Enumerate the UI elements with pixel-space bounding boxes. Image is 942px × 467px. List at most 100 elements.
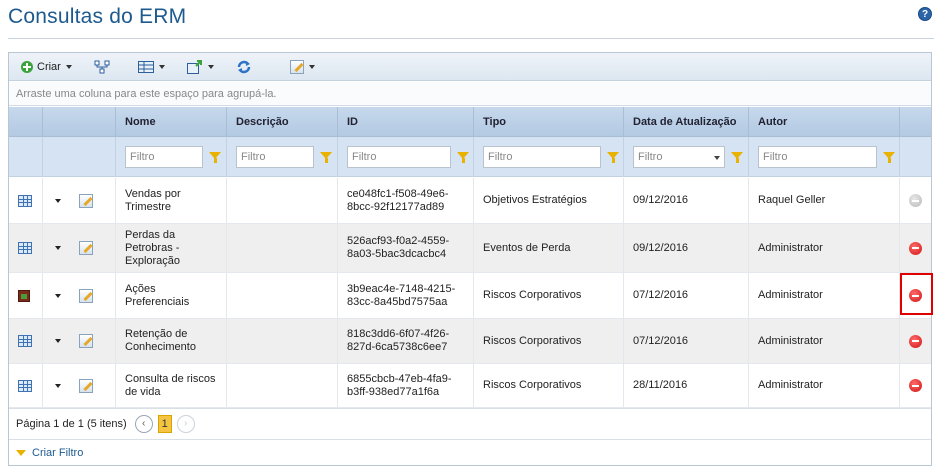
cell-data-atualizacao-text: 07/12/2016 xyxy=(633,334,689,347)
chevron-down-icon xyxy=(158,64,165,69)
edit-layout-button[interactable] xyxy=(286,56,319,78)
cell-autor: Administrator xyxy=(748,364,899,407)
create-button[interactable]: Criar xyxy=(17,56,76,78)
table-row[interactable]: Retenção de Conhecimento 818c3dd6-6f07-4f… xyxy=(9,319,931,364)
edit-icon[interactable] xyxy=(79,288,93,303)
group-by-panel[interactable]: Arraste uma coluna para este espaço para… xyxy=(9,82,931,106)
cell-actions xyxy=(42,224,115,272)
cell-tipo-text: Riscos Corporativos xyxy=(483,289,582,301)
chevron-down-icon[interactable] xyxy=(714,156,720,160)
pager-page-1[interactable]: 1 xyxy=(157,414,172,433)
column-header-descricao[interactable]: Descrição xyxy=(226,107,337,137)
table-row[interactable]: Ações Preferenciais 3b9eac4e-7148-4215-83… xyxy=(9,273,931,319)
delete-icon[interactable] xyxy=(909,241,922,255)
table-row[interactable]: Perdas da Petrobras - Exploração 526acf93… xyxy=(9,224,931,273)
delete-icon[interactable] xyxy=(909,194,922,207)
column-header-delete xyxy=(899,107,931,137)
cell-autor: Administrator xyxy=(748,319,899,363)
table-row[interactable]: Consulta de riscos de vida 6855cbcb-47eb-… xyxy=(9,364,931,408)
cell-tipo-text: Riscos Corporativos xyxy=(483,379,582,391)
table-row[interactable]: Vendas por Trimestre ce048fc1-f508-49e6-8… xyxy=(9,178,931,224)
filter-cell-empty xyxy=(42,137,115,177)
columns-button[interactable] xyxy=(134,56,169,78)
cell-nome: Perdas da Petrobras - Exploração xyxy=(115,224,226,272)
column-header-row: Nome Descrição ID Tipo Data de Atualizaç… xyxy=(9,107,931,137)
delete-icon[interactable] xyxy=(909,379,922,392)
delete-highlight-box xyxy=(900,273,933,315)
row-menu-chevron-down-icon[interactable] xyxy=(55,383,61,388)
pager-next-button[interactable]: › xyxy=(176,414,195,433)
cell-data-atualizacao: 07/12/2016 xyxy=(623,273,748,318)
column-header-tipo[interactable]: Tipo xyxy=(473,107,623,137)
cell-nome-text: Vendas por Trimestre xyxy=(125,187,181,213)
cell-autor-text: Raquel Geller xyxy=(758,194,826,206)
filter-icon[interactable] xyxy=(731,152,743,163)
filter-cell-tipo: Filtro xyxy=(473,137,623,177)
filter-icon[interactable] xyxy=(209,152,221,163)
filter-icon[interactable] xyxy=(607,152,619,163)
filter-cell-autor: Filtro xyxy=(748,137,899,177)
filter-icon[interactable] xyxy=(883,152,895,163)
refresh-icon xyxy=(237,60,251,73)
queries-grid: Criar Arraste uma coluna para este espaç… xyxy=(8,52,933,466)
cell-id-text: 818c3dd6-6f07-4f26-827d-6ca5738c6ee7 xyxy=(347,328,450,353)
filter-input-nome[interactable]: Filtro xyxy=(125,146,203,168)
cell-nome: Retenção de Conhecimento xyxy=(115,319,226,363)
filter-cell-data: Filtro xyxy=(623,137,748,177)
pencil-icon xyxy=(289,59,304,74)
filter-cell-id: Filtro xyxy=(337,137,473,177)
cell-autor-text: Administrator xyxy=(758,379,823,391)
row-menu-chevron-down-icon[interactable] xyxy=(55,198,61,203)
cell-tipo-text: Eventos de Perda xyxy=(483,241,571,254)
filter-icon[interactable] xyxy=(320,152,332,163)
cell-id: ce048fc1-f508-49e6-8bcc-92f12177ad89 xyxy=(337,178,473,223)
help-icon[interactable]: ? xyxy=(918,7,932,21)
edit-icon[interactable] xyxy=(79,241,93,255)
hierarchy-button[interactable] xyxy=(90,56,114,78)
cell-id-text: 526acf93-f0a2-4559-8a03-5bac3dcacbc4 xyxy=(347,235,450,260)
column-header-autor[interactable]: Autor xyxy=(748,107,899,137)
table-icon xyxy=(18,335,32,347)
column-header-icon xyxy=(9,107,42,137)
pager: Página 1 de 1 (5 itens) ‹ 1 › xyxy=(9,408,931,438)
export-button[interactable] xyxy=(183,56,218,78)
edit-icon[interactable] xyxy=(79,334,93,348)
create-filter-link[interactable]: Criar Filtro xyxy=(32,447,83,459)
cell-delete xyxy=(899,224,931,272)
filter-input-descricao[interactable]: Filtro xyxy=(236,146,314,168)
cell-data-atualizacao-text: 28/11/2016 xyxy=(633,379,688,391)
filter-cell-empty xyxy=(9,137,42,177)
column-header-id[interactable]: ID xyxy=(337,107,473,137)
column-header-nome[interactable]: Nome xyxy=(115,107,226,137)
cell-id: 6855cbcb-47eb-4fa9-b3ff-938ed77a1f6a xyxy=(337,364,473,407)
cell-actions xyxy=(42,319,115,363)
row-menu-chevron-down-icon[interactable] xyxy=(55,339,61,343)
row-menu-chevron-down-icon[interactable] xyxy=(55,246,61,250)
delete-icon[interactable] xyxy=(909,334,922,348)
cell-id-text: 6855cbcb-47eb-4fa9-b3ff-938ed77a1f6a xyxy=(347,372,452,398)
edit-icon[interactable] xyxy=(79,193,93,208)
cell-descricao xyxy=(226,319,337,363)
cell-data-atualizacao-text: 07/12/2016 xyxy=(633,289,689,301)
filter-cell-empty xyxy=(899,137,931,177)
cell-data-atualizacao-text: 09/12/2016 xyxy=(633,194,689,206)
chevron-down-icon xyxy=(65,64,72,69)
cell-descricao xyxy=(226,224,337,272)
pager-summary: Página 1 de 1 (5 itens) xyxy=(16,417,127,430)
row-menu-chevron-down-icon[interactable] xyxy=(55,293,61,298)
cell-delete xyxy=(899,319,931,363)
cell-nome: Ações Preferenciais xyxy=(115,273,226,318)
column-header-data-atualizacao[interactable]: Data de Atualização xyxy=(623,107,748,137)
pager-prev-button[interactable]: ‹ xyxy=(134,414,153,433)
cell-autor: Raquel Geller xyxy=(748,178,899,223)
filter-input-autor[interactable]: Filtro xyxy=(758,146,877,168)
filter-icon[interactable] xyxy=(457,152,469,163)
filter-input-id[interactable]: Filtro xyxy=(347,146,451,168)
filter-input-tipo[interactable]: Filtro xyxy=(483,146,601,168)
grid-footer: Criar Filtro xyxy=(9,439,931,465)
filter-cell-nome: Filtro xyxy=(115,137,226,177)
edit-icon[interactable] xyxy=(79,378,93,393)
refresh-button[interactable] xyxy=(232,56,256,78)
cell-id-text: 3b9eac4e-7148-4215-83cc-8a45bd7575aa xyxy=(347,282,456,308)
filter-input-data[interactable]: Filtro xyxy=(633,146,725,168)
